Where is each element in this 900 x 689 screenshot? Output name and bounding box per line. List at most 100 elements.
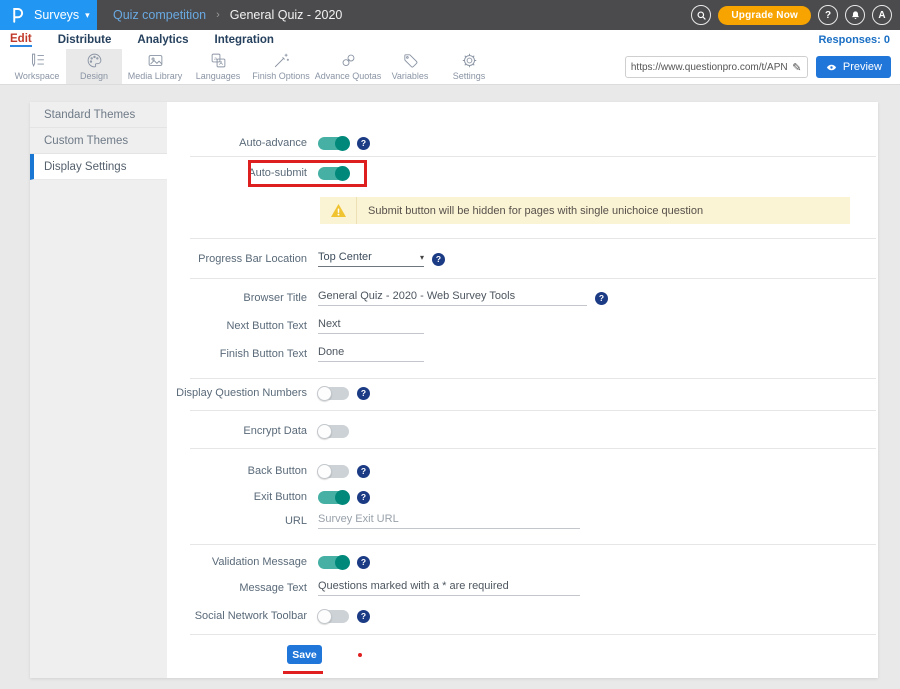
upgrade-now-button[interactable]: Upgrade Now xyxy=(718,6,811,25)
breadcrumb: Quiz competition › General Quiz - 2020 xyxy=(113,8,342,22)
exit-url-input[interactable]: Survey Exit URL xyxy=(318,513,580,529)
next-button-text-input[interactable]: Next xyxy=(318,318,424,334)
toolbar-right: https://www.questionpro.com/t/APNrFZ ✎ P… xyxy=(625,56,891,78)
back-button-help-icon[interactable]: ? xyxy=(357,465,370,478)
finish-button-text-row: Finish Button Text Done xyxy=(167,344,878,364)
notifications-button[interactable] xyxy=(845,5,865,25)
gear-icon xyxy=(460,52,479,69)
survey-nav: Edit Distribute Analytics Integration Re… xyxy=(0,30,900,49)
encrypt-data-row: Encrypt Data xyxy=(167,421,878,441)
page-background: Standard Themes Custom Themes Display Se… xyxy=(0,85,900,689)
avatar[interactable]: A xyxy=(872,5,892,25)
breadcrumb-separator-icon: › xyxy=(216,9,220,21)
exit-button-toggle[interactable] xyxy=(318,491,349,504)
progress-bar-location-label: Progress Bar Location xyxy=(167,253,307,265)
magic-wand-icon xyxy=(272,52,291,69)
edit-url-icon[interactable]: ✎ xyxy=(787,61,807,74)
svg-text:a: a xyxy=(214,56,217,61)
product-switcher[interactable]: Surveys ▾ xyxy=(0,0,97,30)
survey-url-box[interactable]: https://www.questionpro.com/t/APNrFZ ✎ xyxy=(625,56,808,78)
browser-title-label: Browser Title xyxy=(167,292,307,304)
tab-edit[interactable]: Edit xyxy=(10,33,32,47)
browser-title-input[interactable]: General Quiz - 2020 - Web Survey Tools xyxy=(318,290,587,306)
image-icon xyxy=(146,52,165,69)
progress-bar-location-select[interactable]: Top Center ▾ xyxy=(318,251,424,267)
tab-analytics[interactable]: Analytics xyxy=(137,34,188,46)
message-text-input[interactable]: Questions marked with a * are required xyxy=(318,580,580,596)
topbar-actions: Upgrade Now ? A xyxy=(691,0,892,30)
toolbar-item-finish-options[interactable]: Finish Options xyxy=(248,49,314,84)
auto-advance-toggle[interactable] xyxy=(318,137,349,150)
help-button[interactable]: ? xyxy=(818,5,838,25)
toolbar-item-design[interactable]: Design xyxy=(66,49,122,84)
validation-message-toggle[interactable] xyxy=(318,556,349,569)
sidebar-item-standard-themes[interactable]: Standard Themes xyxy=(30,102,167,128)
breadcrumb-survey-title: General Quiz - 2020 xyxy=(230,8,343,22)
top-bar: Surveys ▾ Quiz competition › General Qui… xyxy=(0,0,900,30)
toolbar-item-media-library[interactable]: Media Library xyxy=(122,49,188,84)
exit-url-label: URL xyxy=(167,515,307,527)
warning-icon-wrap xyxy=(320,197,357,224)
chain-links-icon xyxy=(339,52,358,69)
sidebar-item-custom-themes[interactable]: Custom Themes xyxy=(30,128,167,154)
back-button-toggle[interactable] xyxy=(318,465,349,478)
exit-button-help-icon[interactable]: ? xyxy=(357,491,370,504)
social-network-toolbar-label: Social Network Toolbar xyxy=(167,610,307,622)
social-network-toolbar-help-icon[interactable]: ? xyxy=(357,610,370,623)
workspace-icon xyxy=(28,52,47,69)
validation-message-row: Validation Message ? xyxy=(167,552,878,572)
select-caret-icon: ▾ xyxy=(420,253,424,262)
browser-title-help-icon[interactable]: ? xyxy=(595,292,608,305)
toolbar-item-advance-quotas[interactable]: Advance Quotas xyxy=(314,49,382,84)
breadcrumb-folder[interactable]: Quiz competition xyxy=(113,8,206,22)
warning-banner: Submit button will be hidden for pages w… xyxy=(320,197,850,224)
divider xyxy=(190,634,876,635)
responses-count[interactable]: Responses: 0 xyxy=(818,34,890,46)
validation-message-help-icon[interactable]: ? xyxy=(357,556,370,569)
display-question-numbers-help-icon[interactable]: ? xyxy=(357,387,370,400)
save-button[interactable]: Save xyxy=(287,645,322,664)
toolbar-item-variables[interactable]: Variables xyxy=(382,49,438,84)
palette-icon xyxy=(85,52,104,69)
product-name[interactable]: Surveys xyxy=(34,8,79,22)
design-settings-card: Standard Themes Custom Themes Display Se… xyxy=(30,102,878,678)
translate-icon: aA xyxy=(209,52,228,69)
toolbar-item-languages[interactable]: aA Languages xyxy=(188,49,248,84)
toolbar-item-settings[interactable]: Settings xyxy=(438,49,500,84)
chevron-down-icon: ▾ xyxy=(85,10,90,21)
display-question-numbers-row: Display Question Numbers ? xyxy=(167,383,878,403)
exit-button-row: Exit Button ? xyxy=(167,487,878,507)
toolbar-item-workspace[interactable]: Workspace xyxy=(8,49,66,84)
annotation-underline xyxy=(283,671,323,674)
progress-bar-location-row: Progress Bar Location Top Center ▾ ? xyxy=(167,249,878,269)
encrypt-data-label: Encrypt Data xyxy=(167,425,307,437)
back-button-label: Back Button xyxy=(167,465,307,477)
display-question-numbers-toggle[interactable] xyxy=(318,387,349,400)
divider xyxy=(190,238,876,239)
finish-button-text-input[interactable]: Done xyxy=(318,346,424,362)
tab-distribute[interactable]: Distribute xyxy=(58,34,112,46)
display-question-numbers-label: Display Question Numbers xyxy=(167,387,307,399)
sidebar-item-display-settings[interactable]: Display Settings xyxy=(30,154,167,180)
next-button-text-label: Next Button Text xyxy=(167,320,307,332)
auto-advance-help-icon[interactable]: ? xyxy=(357,137,370,150)
search-button[interactable] xyxy=(691,5,711,25)
annotation-highlight-box xyxy=(248,160,367,187)
preview-button[interactable]: Preview xyxy=(816,56,891,78)
social-network-toolbar-row: Social Network Toolbar ? xyxy=(167,606,878,626)
encrypt-data-toggle[interactable] xyxy=(318,425,349,438)
bell-icon xyxy=(850,10,861,21)
display-settings-panel: Auto-advance ? Auto-submit Su xyxy=(167,102,878,678)
design-sidebar: Standard Themes Custom Themes Display Se… xyxy=(30,102,167,678)
tab-integration[interactable]: Integration xyxy=(215,34,274,46)
eye-icon xyxy=(825,62,838,73)
progress-bar-location-help-icon[interactable]: ? xyxy=(432,253,445,266)
divider xyxy=(190,278,876,279)
preview-label: Preview xyxy=(843,61,882,73)
auto-advance-row: Auto-advance ? xyxy=(167,133,878,153)
survey-url-input[interactable]: https://www.questionpro.com/t/APNrFZ xyxy=(626,62,787,73)
divider xyxy=(190,448,876,449)
edit-toolbar: Workspace Design Media Library aA Langua… xyxy=(0,49,900,85)
social-network-toolbar-toggle[interactable] xyxy=(318,610,349,623)
warning-text: Submit button will be hidden for pages w… xyxy=(357,205,703,217)
